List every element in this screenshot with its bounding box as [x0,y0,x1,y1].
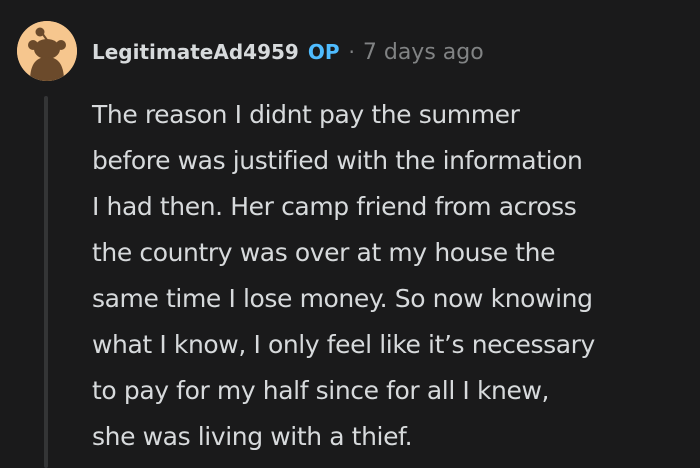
comment: LegitimateAd4959 OP · 7 days ago The rea… [0,0,700,468]
comment-timestamp[interactable]: 7 days ago [363,40,484,65]
op-badge: OP [307,40,340,64]
username-link[interactable]: LegitimateAd4959 [92,40,299,64]
comment-body: The reason I didnt pay the summer before… [92,92,692,460]
comment-body-line: before was justified with the informatio… [92,146,583,175]
thread-collapse-line[interactable] [44,96,48,468]
comment-body-line: the country was over at my house the [92,238,556,267]
comment-body-line: she was living with a thief. [92,422,413,451]
comment-body-line: to pay for my half since for all I knew, [92,376,550,405]
comment-body-line: I had then. Her camp friend from across [92,192,577,221]
comment-header: LegitimateAd4959 OP · 7 days ago [92,34,484,70]
meta-separator: · [348,40,355,64]
comment-body-line: The reason I didnt pay the summer [92,100,520,129]
comment-body-line: same time I lose money. So now knowing [92,284,593,313]
comment-body-line: what I know, I only feel like it’s neces… [92,330,595,359]
snoo-avatar-icon [17,21,77,81]
avatar[interactable] [17,21,77,81]
